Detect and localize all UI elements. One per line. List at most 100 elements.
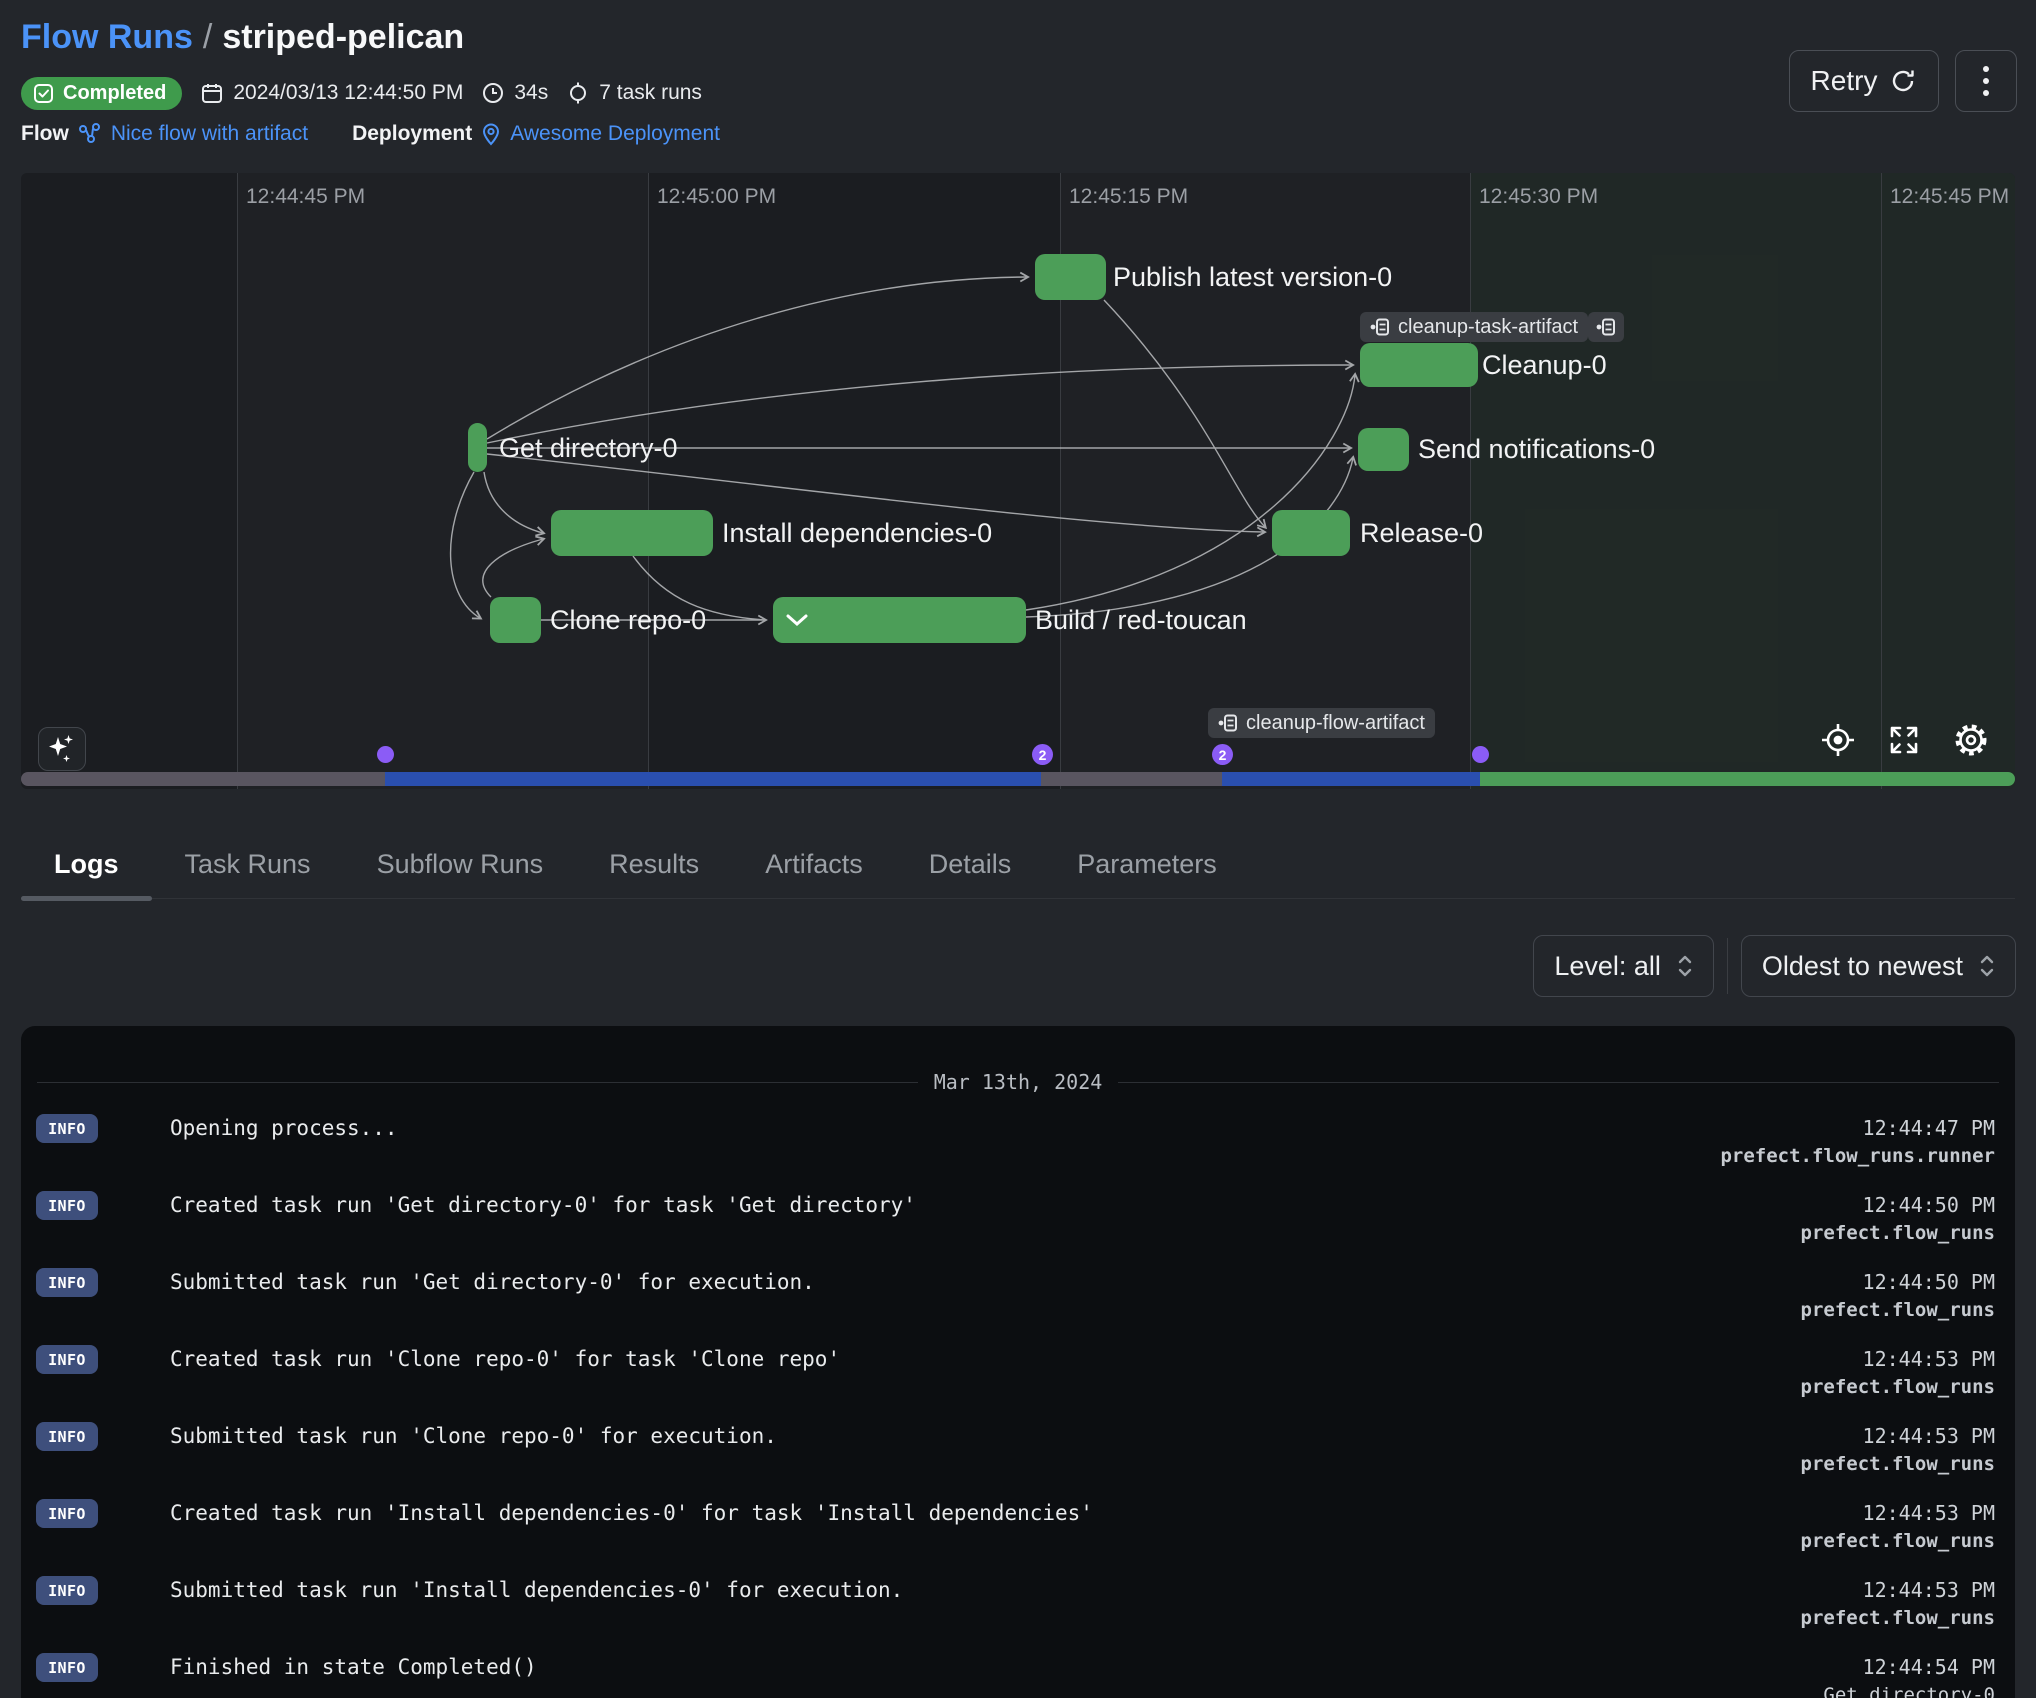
flow-icon bbox=[77, 122, 103, 146]
log-level-badge: INFO bbox=[36, 1576, 98, 1605]
deployment-label: Deployment bbox=[352, 122, 472, 146]
fullscreen-expand-icon bbox=[1887, 723, 1921, 757]
log-row: INFO Created task run 'Clone repo-0' for… bbox=[21, 1345, 2015, 1422]
log-meta: 12:44:50 PM prefect.flow_runs bbox=[1801, 1268, 1995, 1324]
log-task-source: Get directory-0 bbox=[1801, 1682, 1995, 1698]
log-logger: prefect.flow_runs bbox=[1801, 1451, 1995, 1478]
log-timestamp: 12:44:54 PM bbox=[1801, 1653, 1995, 1682]
task-node-send-notifications[interactable] bbox=[1358, 428, 1409, 471]
task-node-publish-latest-version[interactable] bbox=[1035, 254, 1106, 300]
flow-link[interactable]: Nice flow with artifact bbox=[111, 122, 308, 146]
task-node-label: Clone repo-0 bbox=[550, 603, 706, 637]
task-node-install-dependencies[interactable] bbox=[551, 510, 713, 556]
separator-line bbox=[37, 1082, 918, 1083]
task-node-clone-repo[interactable] bbox=[490, 597, 541, 643]
task-node-label: Release-0 bbox=[1360, 516, 1483, 550]
scrubber-segment-completed bbox=[1480, 772, 2015, 786]
artifact-badge-extra[interactable] bbox=[1588, 312, 1624, 342]
timeline-scrubber[interactable] bbox=[21, 772, 2015, 786]
breadcrumb-flow-runs-link[interactable]: Flow Runs bbox=[21, 18, 193, 56]
task-node-label: Publish latest version-0 bbox=[1113, 260, 1392, 294]
log-message: Created task run 'Clone repo-0' for task… bbox=[170, 1345, 1801, 1374]
task-run-count-value: 7 task runs bbox=[599, 81, 702, 105]
scrubber-segment-idle bbox=[1041, 772, 1222, 786]
more-actions-button[interactable] bbox=[1955, 50, 2017, 112]
tab-parameters[interactable]: Parameters bbox=[1044, 830, 1250, 898]
chevron-down-icon[interactable] bbox=[785, 613, 809, 627]
chevron-updown-icon bbox=[1979, 953, 1995, 979]
log-date-separator: Mar 13th, 2024 bbox=[37, 1070, 1999, 1094]
ai-sparkle-button[interactable] bbox=[38, 727, 86, 771]
header-actions: Retry bbox=[1789, 50, 2017, 112]
log-message: Submitted task run 'Clone repo-0' for ex… bbox=[170, 1422, 1801, 1451]
recenter-target-icon bbox=[1818, 720, 1858, 760]
log-level-badge: INFO bbox=[36, 1422, 98, 1451]
separator-line bbox=[1118, 1082, 1999, 1083]
tab-subflow-runs[interactable]: Subflow Runs bbox=[344, 830, 577, 898]
breadcrumb-separator: / bbox=[203, 18, 212, 56]
gear-icon bbox=[1952, 721, 1990, 759]
log-row: INFO Created task run 'Install dependenc… bbox=[21, 1499, 2015, 1576]
level-filter-value: Level: all bbox=[1554, 951, 1661, 982]
artifact-badge-cleanup-task[interactable]: cleanup-task-artifact bbox=[1360, 312, 1588, 342]
logs-panel[interactable]: Mar 13th, 2024 INFO Opening process... 1… bbox=[21, 1026, 2015, 1698]
retry-refresh-icon bbox=[1889, 67, 1917, 95]
tab-logs[interactable]: Logs bbox=[21, 830, 152, 898]
log-logger: prefect.flow_runs bbox=[1801, 1374, 1995, 1401]
log-row: INFO Submitted task run 'Install depende… bbox=[21, 1576, 2015, 1653]
log-meta: 12:44:53 PM prefect.flow_runs bbox=[1801, 1499, 1995, 1555]
deployment-link[interactable]: Awesome Deployment bbox=[510, 122, 720, 146]
recenter-button[interactable] bbox=[1816, 718, 1860, 762]
log-logger: prefect.flow_runs bbox=[1801, 1297, 1995, 1324]
log-meta: 12:44:53 PM prefect.flow_runs bbox=[1801, 1576, 1995, 1632]
log-logger: prefect.flow_runs bbox=[1801, 1605, 1995, 1632]
run-meta-row: Completed 2024/03/13 12:44:50 PM 34s 7 t… bbox=[21, 76, 702, 110]
task-node-cleanup[interactable] bbox=[1360, 343, 1478, 387]
log-filters: Level: all Oldest to newest bbox=[1533, 935, 2016, 997]
fullscreen-button[interactable] bbox=[1882, 718, 1926, 762]
log-level-badge: INFO bbox=[36, 1114, 98, 1143]
log-timestamp: 12:44:53 PM bbox=[1801, 1499, 1995, 1528]
artifact-badge-label: cleanup-task-artifact bbox=[1398, 316, 1578, 339]
retry-button[interactable]: Retry bbox=[1789, 50, 1939, 112]
artifact-badge-cleanup-flow[interactable]: cleanup-flow-artifact bbox=[1208, 708, 1435, 738]
tab-artifacts[interactable]: Artifacts bbox=[732, 830, 896, 898]
log-row: INFO Created task run 'Get directory-0' … bbox=[21, 1191, 2015, 1268]
artifact-icon bbox=[1596, 318, 1616, 336]
completed-check-icon bbox=[33, 83, 54, 104]
event-marker[interactable] bbox=[377, 746, 394, 763]
task-node-get-directory[interactable] bbox=[468, 423, 487, 472]
level-filter-select[interactable]: Level: all bbox=[1533, 935, 1714, 997]
log-timestamp: 12:44:50 PM bbox=[1801, 1268, 1995, 1297]
subflow-node-build[interactable] bbox=[773, 597, 1026, 643]
event-marker[interactable] bbox=[1472, 746, 1489, 763]
subflow-node-label: Build / red-toucan bbox=[1035, 603, 1247, 637]
task-node-release[interactable] bbox=[1272, 510, 1350, 556]
sort-order-value: Oldest to newest bbox=[1762, 951, 1963, 982]
calendar-icon bbox=[200, 81, 224, 105]
task-node-label: Send notifications-0 bbox=[1418, 432, 1655, 466]
log-level-badge: INFO bbox=[36, 1191, 98, 1220]
log-logger: prefect.flow_runs bbox=[1801, 1528, 1995, 1555]
log-meta: 12:44:54 PM Get directory-0 prefect.task… bbox=[1801, 1653, 1995, 1698]
tab-task-runs[interactable]: Task Runs bbox=[152, 830, 344, 898]
graph-settings-button[interactable] bbox=[1949, 718, 1993, 762]
detail-tabs: Logs Task Runs Subflow Runs Results Arti… bbox=[21, 830, 2015, 899]
task-node-label: Get directory-0 bbox=[499, 431, 678, 465]
tab-details[interactable]: Details bbox=[896, 830, 1045, 898]
event-marker-count[interactable]: 2 bbox=[1032, 744, 1053, 765]
event-marker-count[interactable]: 2 bbox=[1212, 744, 1233, 765]
log-timestamp: 12:44:47 PM bbox=[1720, 1114, 1995, 1143]
log-logger: prefect.flow_runs bbox=[1801, 1220, 1995, 1247]
artifact-badge-label: cleanup-flow-artifact bbox=[1246, 712, 1425, 735]
sort-order-select[interactable]: Oldest to newest bbox=[1741, 935, 2016, 997]
breadcrumb: Flow Runs/striped-pelican bbox=[21, 18, 464, 57]
start-time-value: 2024/03/13 12:44:50 PM bbox=[233, 81, 463, 105]
status-label: Completed bbox=[63, 82, 166, 105]
tab-results[interactable]: Results bbox=[576, 830, 732, 898]
flow-run-graph[interactable]: 12:44:45 PM 12:45:00 PM 12:45:15 PM 12:4… bbox=[21, 173, 2015, 789]
log-row: INFO Opening process... 12:44:47 PM pref… bbox=[21, 1114, 2015, 1191]
log-message: Submitted task run 'Install dependencies… bbox=[170, 1576, 1801, 1605]
flow-label: Flow bbox=[21, 122, 69, 146]
kebab-menu-icon bbox=[1982, 64, 1990, 98]
